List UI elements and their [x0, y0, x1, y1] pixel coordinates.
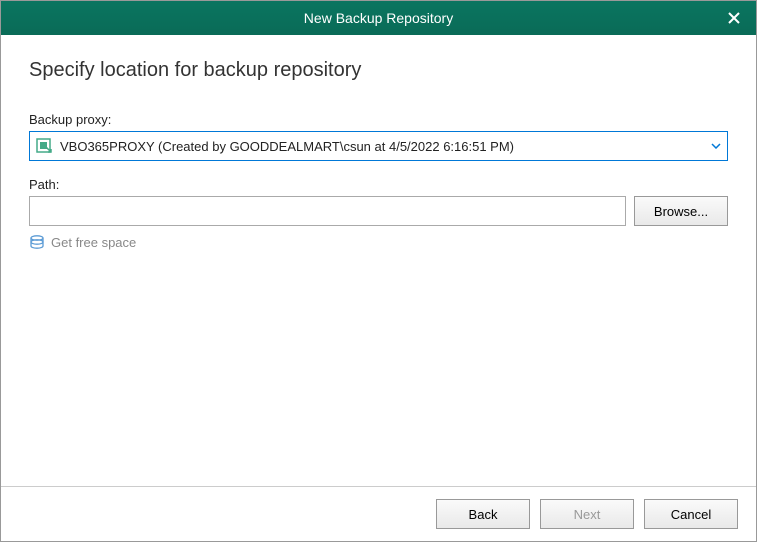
proxy-icon	[36, 137, 54, 155]
next-button[interactable]: Next	[540, 499, 634, 529]
chevron-down-icon	[711, 140, 721, 152]
backup-proxy-dropdown[interactable]: VBO365PROXY (Created by GOODDEALMART\csu…	[29, 131, 728, 161]
dialog-content: Specify location for backup repository B…	[1, 35, 756, 486]
cancel-button[interactable]: Cancel	[644, 499, 738, 529]
close-icon[interactable]	[724, 8, 744, 28]
disk-icon	[29, 234, 45, 250]
proxy-label: Backup proxy:	[29, 112, 728, 127]
path-label: Path:	[29, 177, 728, 192]
get-free-space-link[interactable]: Get free space	[29, 234, 728, 250]
path-row: Browse...	[29, 196, 728, 226]
titlebar-title: New Backup Repository	[304, 10, 453, 26]
get-free-space-label: Get free space	[51, 235, 136, 250]
proxy-selected-text: VBO365PROXY (Created by GOODDEALMART\csu…	[60, 139, 711, 154]
titlebar: New Backup Repository	[1, 1, 756, 35]
path-input[interactable]	[29, 196, 626, 226]
dialog-window: New Backup Repository Specify location f…	[0, 0, 757, 542]
back-button[interactable]: Back	[436, 499, 530, 529]
browse-button[interactable]: Browse...	[634, 196, 728, 226]
dialog-footer: Back Next Cancel	[1, 486, 756, 541]
page-title: Specify location for backup repository	[29, 59, 728, 82]
